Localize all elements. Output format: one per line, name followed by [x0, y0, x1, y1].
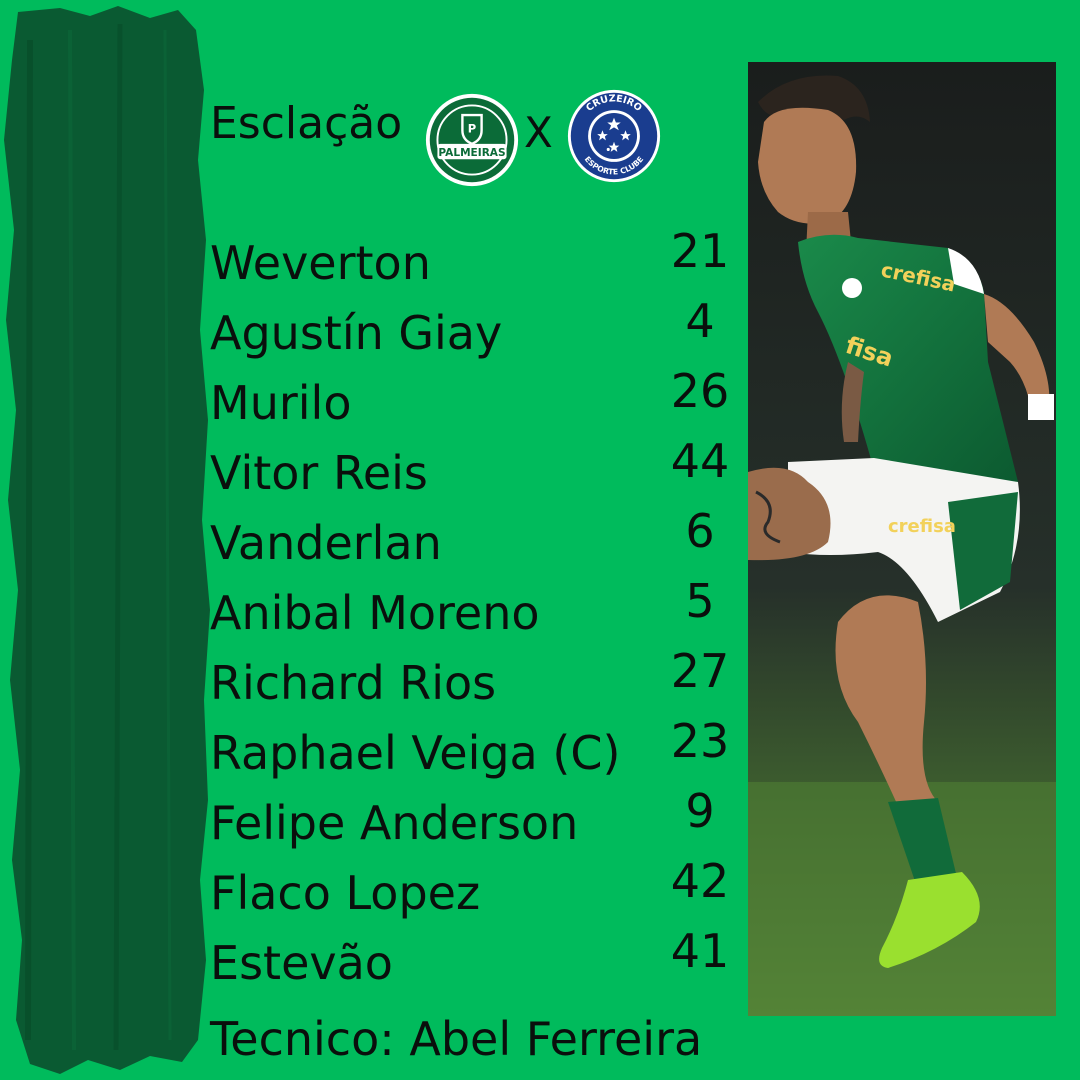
player-name: Richard Rios [210, 656, 497, 710]
page-title: Esclação [210, 98, 403, 149]
player-name: Anibal Moreno [210, 586, 540, 640]
cruzeiro-crest-icon: CRUZEIRO ESPORTE CLUBE [567, 89, 661, 183]
brush-stroke-decoration [4, 6, 210, 1074]
coach-label: Tecnico: Abel Ferreira [210, 1012, 703, 1066]
player-name: Agustín Giay [210, 306, 503, 360]
header: Esclação [210, 88, 402, 188]
player-photo: crefisa fisa crefisa [748, 62, 1056, 1016]
lineup-row: Vanderlan 6 [210, 504, 740, 580]
lineup-list: Weverton 21 Agustín Giay 4 Murilo 26 Vitor Rei… [210, 224, 740, 1000]
lineup-row: Raphael Veiga (C) 23 [210, 714, 740, 790]
player-number: 5 [685, 574, 715, 628]
player-name: Vanderlan [210, 516, 442, 570]
player-name: Vitor Reis [210, 446, 428, 500]
palmeiras-crest-label: PALMEIRAS [438, 147, 505, 159]
svg-text:P: P [468, 121, 476, 135]
player-name: Weverton [210, 236, 431, 290]
svg-text:crefisa: crefisa [888, 516, 956, 537]
lineup-row: Flaco Lopez 42 [210, 854, 740, 930]
player-number: 27 [670, 644, 730, 698]
lineup-row: Richard Rios 27 [210, 644, 740, 720]
player-number: 23 [670, 714, 730, 768]
player-number: 4 [685, 294, 715, 348]
lineup-row: Weverton 21 [210, 224, 740, 300]
player-name: Flaco Lopez [210, 866, 481, 920]
lineup-row: Agustín Giay 4 [210, 294, 740, 370]
lineup-row: Anibal Moreno 5 [210, 574, 740, 650]
player-number: 41 [670, 924, 730, 978]
player-number: 26 [670, 364, 730, 418]
player-number: 42 [670, 854, 730, 908]
player-name: Raphael Veiga (C) [210, 726, 621, 780]
player-name: Felipe Anderson [210, 796, 579, 850]
lineup-row: Estevão 41 [210, 924, 740, 1000]
player-name: Estevão [210, 936, 393, 990]
player-number: 21 [670, 224, 730, 278]
player-name: Murilo [210, 376, 352, 430]
player-number: 44 [670, 434, 730, 488]
versus-separator: X [524, 108, 553, 157]
player-number: 9 [685, 784, 715, 838]
lineup-row: Vitor Reis 44 [210, 434, 740, 510]
lineup-row: Murilo 26 [210, 364, 740, 440]
lineup-row: Felipe Anderson 9 [210, 784, 740, 860]
palmeiras-crest-icon: P PALMEIRAS [425, 93, 519, 187]
player-number: 6 [685, 504, 715, 558]
